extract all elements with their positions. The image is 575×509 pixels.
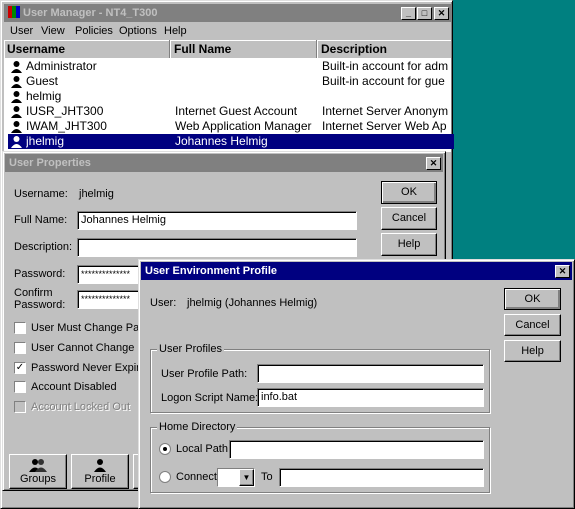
- fullname-field[interactable]: Johannes Helmig: [77, 211, 357, 230]
- maximize-button[interactable]: □: [417, 7, 432, 20]
- username-value: jhelmig: [79, 188, 114, 200]
- description-field[interactable]: [77, 238, 357, 257]
- table-row-selected[interactable]: jhelmig Johannes Helmig: [8, 134, 454, 149]
- connect-label: Connect: [176, 471, 217, 483]
- row-fullname: Internet Guest Account: [175, 104, 298, 118]
- app-icon: [8, 6, 20, 18]
- user-icon: [10, 105, 23, 118]
- password-label: Password:: [14, 268, 66, 280]
- user-icon: [10, 135, 23, 148]
- row-fullname: Johannes Helmig: [175, 134, 268, 148]
- home-directory-group-title: Home Directory: [157, 421, 238, 433]
- groups-label: Groups: [19, 473, 57, 485]
- env-profile-titlebar[interactable]: User Environment Profile ✕: [141, 262, 572, 280]
- groups-icon: [29, 459, 47, 472]
- close-icon[interactable]: ✕: [555, 265, 570, 278]
- row-description: Built-in account for gue: [322, 74, 445, 88]
- groups-button[interactable]: Groups: [9, 454, 67, 489]
- user-properties-title: User Properties: [9, 157, 91, 169]
- column-header-fullname[interactable]: Full Name: [170, 40, 317, 58]
- table-row[interactable]: helmig: [8, 89, 454, 104]
- user-list: Username Full Name Description Administr…: [4, 40, 454, 152]
- profile-path-label: User Profile Path:: [161, 368, 248, 380]
- cannot-change-password-checkbox[interactable]: [14, 342, 26, 354]
- column-header-description[interactable]: Description: [317, 40, 451, 58]
- user-environment-profile-dialog: User Environment Profile ✕ User: jhelmig…: [138, 259, 575, 509]
- logon-script-label: Logon Script Name:: [161, 392, 259, 404]
- to-field[interactable]: [279, 468, 484, 487]
- ok-button[interactable]: OK: [381, 181, 437, 204]
- minimize-button[interactable]: _: [401, 7, 416, 20]
- menu-view[interactable]: View: [41, 23, 65, 39]
- user-profiles-group-title: User Profiles: [157, 343, 224, 355]
- row-fullname: Web Application Manager: [175, 119, 312, 133]
- row-username: Administrator: [26, 59, 97, 73]
- env-ok-button[interactable]: OK: [504, 288, 561, 310]
- column-header-username[interactable]: Username: [4, 40, 170, 58]
- local-path-label: Local Path:: [176, 443, 232, 455]
- local-path-field[interactable]: [229, 440, 484, 459]
- env-cancel-button[interactable]: Cancel: [504, 314, 561, 336]
- password-never-expires-checkbox[interactable]: ✓: [14, 362, 26, 374]
- fullname-label: Full Name:: [14, 214, 68, 226]
- row-username: IUSR_JHT300: [26, 104, 104, 118]
- table-row[interactable]: Administrator Built-in account for adm: [8, 59, 454, 74]
- user-label: User:: [150, 297, 177, 309]
- list-header: Username Full Name Description: [4, 40, 451, 58]
- close-icon[interactable]: ✕: [426, 157, 441, 170]
- account-disabled-label: Account Disabled: [31, 381, 117, 393]
- must-change-password-checkbox[interactable]: [14, 322, 26, 334]
- local-path-radio[interactable]: [159, 443, 171, 455]
- user-manager-title: User Manager - NT4_T300: [23, 7, 158, 19]
- row-username: helmig: [26, 89, 62, 103]
- cancel-button[interactable]: Cancel: [381, 207, 437, 230]
- profile-path-field[interactable]: [257, 364, 484, 383]
- user-icon: [10, 120, 23, 133]
- user-manager-titlebar[interactable]: User Manager - NT4_T300 _ □ ✕: [4, 4, 451, 22]
- table-row[interactable]: IWAM_JHT300 Web Application Manager Inte…: [8, 119, 454, 134]
- cannot-change-password-label: User Cannot Change Pa: [31, 342, 151, 354]
- row-username: IWAM_JHT300: [26, 119, 107, 133]
- menu-help[interactable]: Help: [164, 23, 187, 39]
- username-label: Username:: [14, 188, 68, 200]
- account-locked-out-checkbox: [14, 401, 26, 413]
- drive-select[interactable]: ▼: [217, 468, 255, 487]
- profile-label: Profile: [84, 473, 116, 485]
- connect-radio[interactable]: [159, 471, 171, 483]
- close-button[interactable]: ✕: [434, 7, 449, 20]
- user-icon: [10, 75, 23, 88]
- table-row[interactable]: IUSR_JHT300 Internet Guest Account Inter…: [8, 104, 454, 119]
- env-help-button[interactable]: Help: [504, 340, 561, 362]
- user-icon: [10, 90, 23, 103]
- account-locked-out-label: Account Locked Out: [31, 401, 131, 413]
- menu-user[interactable]: User: [10, 23, 33, 39]
- description-label: Description:: [14, 241, 73, 253]
- password-never-expires-label: Password Never Expires: [31, 362, 152, 374]
- menu-options[interactable]: Options: [119, 23, 157, 39]
- account-disabled-checkbox[interactable]: [14, 381, 26, 393]
- table-row[interactable]: Guest Built-in account for gue: [8, 74, 454, 89]
- profile-button[interactable]: Profile: [71, 454, 129, 489]
- row-username: jhelmig: [26, 134, 65, 148]
- chevron-down-icon[interactable]: ▼: [239, 469, 254, 486]
- row-description: Internet Server Anonym: [322, 104, 449, 118]
- confirm-password-label-line2: Password:: [14, 299, 66, 311]
- logon-script-field[interactable]: info.bat: [257, 388, 484, 407]
- menu-bar: User View Policies Options Help: [4, 23, 451, 39]
- user-properties-titlebar[interactable]: User Properties ✕: [5, 154, 443, 172]
- confirm-password-label-line1: Confirm: [14, 287, 53, 299]
- env-profile-title: User Environment Profile: [145, 265, 278, 277]
- desktop: { "user_manager": { "title": "User Manag…: [0, 0, 575, 509]
- user-icon: [10, 60, 23, 73]
- profile-icon: [94, 459, 106, 472]
- row-username: Guest: [26, 74, 59, 88]
- help-button[interactable]: Help: [381, 233, 437, 256]
- check-mark-icon: ✓: [15, 362, 25, 373]
- row-description: Internet Server Web Ap: [322, 119, 447, 133]
- menu-policies[interactable]: Policies: [75, 23, 113, 39]
- row-description: Built-in account for adm: [322, 59, 449, 73]
- to-label: To: [261, 471, 273, 483]
- user-value: jhelmig (Johannes Helmig): [187, 297, 318, 309]
